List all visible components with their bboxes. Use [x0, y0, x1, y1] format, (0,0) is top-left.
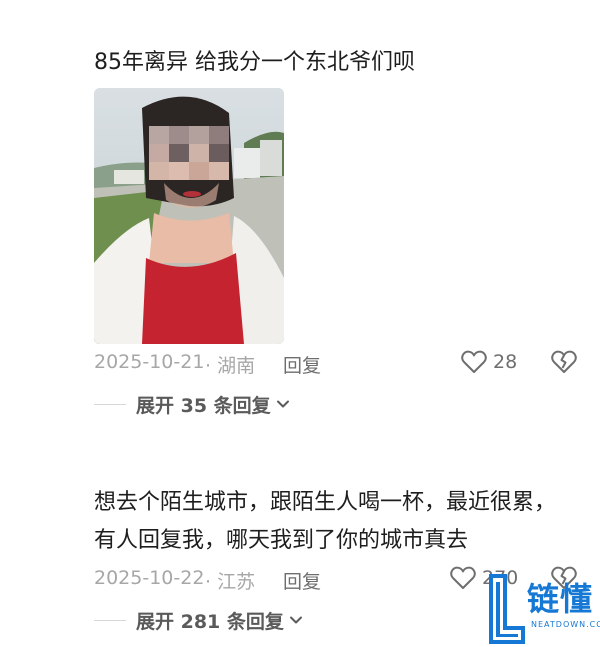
comment-2-text: 想去个陌生城市，跟陌生人喝一杯，最近很累， 有人回复我，哪天我到了你的城市真去	[94, 484, 556, 560]
comment-2-date: 2025-10-22	[94, 567, 205, 589]
photo-image	[94, 88, 284, 344]
comment-1-like-count: 28	[493, 351, 518, 373]
comment-2-line-1: 想去个陌生城市，跟陌生人喝一杯，最近很累，	[94, 490, 557, 515]
broken-heart-icon[interactable]	[551, 349, 577, 375]
comment-1-expand-replies[interactable]: 展开 35 条回复	[94, 389, 290, 419]
divider-line	[94, 619, 126, 621]
comment-1-photo[interactable]	[94, 88, 284, 344]
logo-mark	[489, 574, 525, 644]
chevron-down-icon	[276, 400, 289, 408]
comment-1-like-button[interactable]: 28	[461, 347, 517, 377]
comment-1-text: 85年离异 给我分一个东北爷们呗	[94, 44, 415, 82]
expand-replies-label: 展开 281 条回复	[136, 610, 284, 633]
comment-1-line-1: 85年离异 给我分一个东北爷们呗	[94, 50, 415, 75]
comment-1-reply-button[interactable]: 回复	[283, 351, 321, 378]
comment-2-region: · 江苏	[205, 571, 256, 593]
comment-2-line-2: 有人回复我，哪天我到了你的城市真去	[94, 528, 469, 553]
expand-replies-label: 展开 35 条回复	[136, 394, 271, 417]
comment-2-expand-replies[interactable]: 展开 281 条回复	[94, 605, 303, 635]
heart-icon	[450, 566, 476, 589]
comment-1-region: · 湖南	[205, 355, 256, 377]
comment-2-reply-button[interactable]: 回复	[283, 567, 321, 594]
divider-line	[94, 403, 126, 405]
watermark-subtext: NEATDOWN.COM	[531, 620, 600, 629]
comment-1-date: 2025-10-21	[94, 351, 205, 373]
heart-icon	[461, 350, 487, 373]
site-watermark-logo: 链懂 NEATDOWN.COM	[487, 572, 600, 647]
watermark-text: 链懂	[527, 580, 594, 618]
chevron-down-icon	[289, 616, 302, 624]
